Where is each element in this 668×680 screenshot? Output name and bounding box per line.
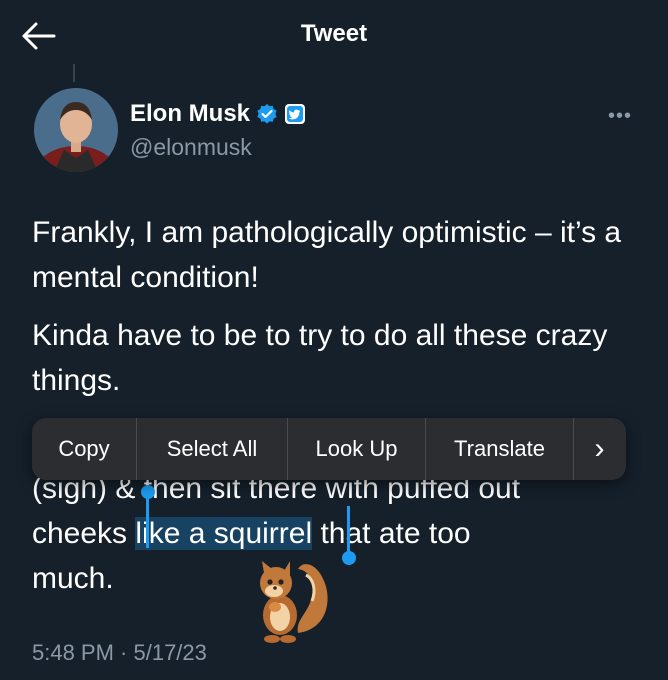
author-name-row: Elon Musk [130,100,306,128]
text-selection-context-menu: Copy Select All Look Up Translate › [32,418,626,480]
selection-end-bar [347,506,350,556]
selection-start-bar [146,496,149,548]
tweet-paragraph-3: (sigh) & then sit there with puffed out … [32,466,642,601]
avatar[interactable] [34,88,118,172]
tweet-paragraph-3-line-2: cheeks like a squirrel that ate too [32,511,642,556]
tweet-paragraph-3-line-3: much. [32,562,114,595]
tweet-paragraph-2: Kinda have to be to try to do all these … [32,319,608,397]
selection-end-handle[interactable] [342,551,356,565]
selected-text[interactable]: like a squirrel [135,517,313,550]
look-up-menu-item[interactable]: Look Up [288,418,425,480]
thread-connector-line [73,64,75,82]
text-before-selection: cheeks [32,517,136,550]
more-menu-chevron-icon[interactable]: › [574,418,625,480]
more-options-icon[interactable]: ••• [608,105,632,128]
tweet-paragraph-1: Frankly, I am pathologically optimistic … [32,216,622,294]
author-handle[interactable]: @elonmusk [130,134,252,161]
translate-menu-item[interactable]: Translate [426,418,573,480]
twitter-affiliate-badge-icon [285,104,306,124]
top-bar: Tweet [0,0,668,70]
tweet-timestamp[interactable]: 5:48 PM · 5/17/23 [32,640,207,666]
page-title: Tweet [300,20,368,47]
verified-badge-icon [257,104,277,124]
text-after-selection: that ate too [312,517,471,550]
squirrel-emoji-icon [260,561,328,643]
copy-menu-item[interactable]: Copy [32,418,136,480]
author-name[interactable]: Elon Musk [130,100,250,128]
select-all-menu-item[interactable]: Select All [137,418,287,480]
